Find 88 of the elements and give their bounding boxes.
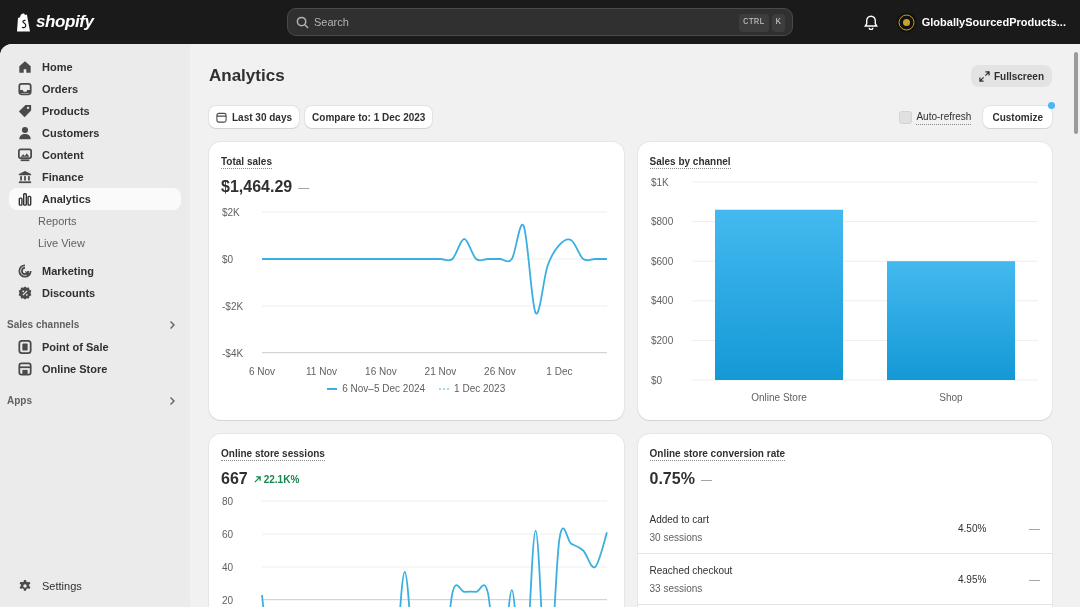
change-indicator: —	[700, 471, 712, 487]
gear-icon	[18, 579, 32, 593]
storefront-icon	[18, 362, 32, 376]
calendar-icon	[216, 111, 227, 123]
card-title: Online store conversion rate	[649, 447, 786, 461]
change-indicator: —	[1028, 571, 1040, 587]
axis-label: $0	[650, 374, 662, 386]
nav-item[interactable]: Point of Sale	[9, 336, 181, 358]
axis-label: $400	[650, 295, 673, 307]
home-icon	[18, 60, 32, 74]
nav-item[interactable]: Reports	[9, 210, 181, 232]
axis-label: 6 Nov	[248, 366, 276, 377]
card-title: Online store sessions	[221, 447, 325, 461]
nav-item[interactable]: Customers	[9, 122, 181, 144]
legend-label: 6 Nov–5 Dec 2024	[342, 382, 426, 396]
target-icon	[18, 264, 32, 278]
axis-label: 20	[222, 594, 234, 606]
bank-icon	[18, 170, 32, 184]
avatar-icon	[895, 11, 917, 33]
rate-value: 4.95%	[958, 572, 988, 587]
bell-icon	[863, 14, 878, 30]
nav-item[interactable]: Orders	[9, 78, 181, 100]
axis-label: 40	[222, 561, 234, 573]
section-heading: Sales channels	[7, 318, 80, 332]
axis-label: $800	[650, 216, 673, 228]
axis-label: $200	[650, 334, 673, 346]
nav-item[interactable]: Finance	[9, 166, 181, 188]
legend-label: 1 Dec 2023	[454, 382, 506, 396]
logo-text: shopify	[36, 11, 94, 34]
axis-label: Online Store	[750, 392, 807, 403]
inbox-icon	[18, 82, 32, 96]
axis-label: Shop	[938, 392, 963, 403]
axis-label: 11 Nov	[306, 366, 337, 377]
nav-item[interactable]: Home	[9, 56, 181, 78]
axis-label: 1 Dec	[546, 366, 573, 377]
image-icon	[18, 148, 32, 162]
store-name[interactable]: GloballySourcedProducts...	[921, 13, 1066, 31]
nav-item[interactable]: Marketing	[9, 260, 181, 282]
compare-button[interactable]: Compare to: 1 Dec 2023	[305, 106, 433, 128]
card-title: Total sales	[221, 155, 272, 169]
card-title: Sales by channel	[649, 155, 731, 169]
session-count: 33 sessions	[649, 581, 704, 596]
person-icon	[18, 126, 32, 140]
checkbox-label: Auto-refresh	[916, 109, 972, 125]
axis-label: 21 Nov	[424, 366, 457, 377]
rate-value: 4.50%	[958, 521, 988, 536]
point-of-sale-icon	[18, 340, 32, 354]
axis-label: 60	[222, 528, 234, 540]
arrow-up-right-icon	[253, 475, 261, 483]
tag-icon	[18, 104, 32, 118]
checkbox[interactable]	[899, 110, 913, 124]
change-label: 22.1K%	[263, 472, 300, 487]
bar-chart-icon	[18, 192, 32, 206]
nav-item[interactable]: Content	[9, 144, 181, 166]
fullscreen-button[interactable]: Fullscreen	[970, 65, 1052, 87]
axis-label: -$2K	[222, 300, 244, 312]
search-icon	[296, 16, 309, 29]
expand-icon	[978, 70, 990, 82]
axis-label: 26 Nov	[484, 366, 516, 377]
settings-item[interactable]: Settings	[9, 575, 181, 597]
page-title: Analytics	[209, 65, 285, 88]
nav-item[interactable]: Discounts	[9, 282, 181, 304]
axis-label: $1K	[650, 176, 669, 188]
metric-value: 0.75%	[649, 469, 695, 489]
nav-item[interactable]: Online Store	[9, 358, 181, 380]
section-heading: Apps	[7, 394, 32, 408]
chevron-right-icon	[167, 395, 177, 406]
discount-icon	[18, 286, 32, 300]
axis-label: $600	[650, 255, 673, 267]
shopping-bag-icon	[16, 12, 32, 32]
axis-label: 80	[222, 495, 234, 507]
change-indicator: —	[298, 179, 310, 195]
metric-value: $1,464.29	[221, 177, 293, 197]
nav-item[interactable]: Analytics	[9, 188, 181, 210]
date-range-button[interactable]: Last 30 days	[209, 106, 300, 128]
chevron-right-icon	[167, 319, 177, 330]
nav-item[interactable]: Live View	[9, 232, 181, 254]
axis-label: $2K	[222, 206, 240, 218]
metric-value: 667	[221, 469, 248, 489]
change-indicator: —	[1028, 520, 1040, 536]
axis-label: 16 Nov	[365, 366, 397, 377]
axis-label: -$4K	[222, 347, 244, 359]
shortcut-key: CTRL	[739, 14, 769, 32]
step-label: Reached checkout	[649, 563, 734, 578]
step-label: Added to cart	[649, 512, 710, 527]
axis-label: $0	[222, 253, 234, 265]
nav-item[interactable]: Products	[9, 100, 181, 122]
session-count: 30 sessions	[649, 530, 704, 545]
